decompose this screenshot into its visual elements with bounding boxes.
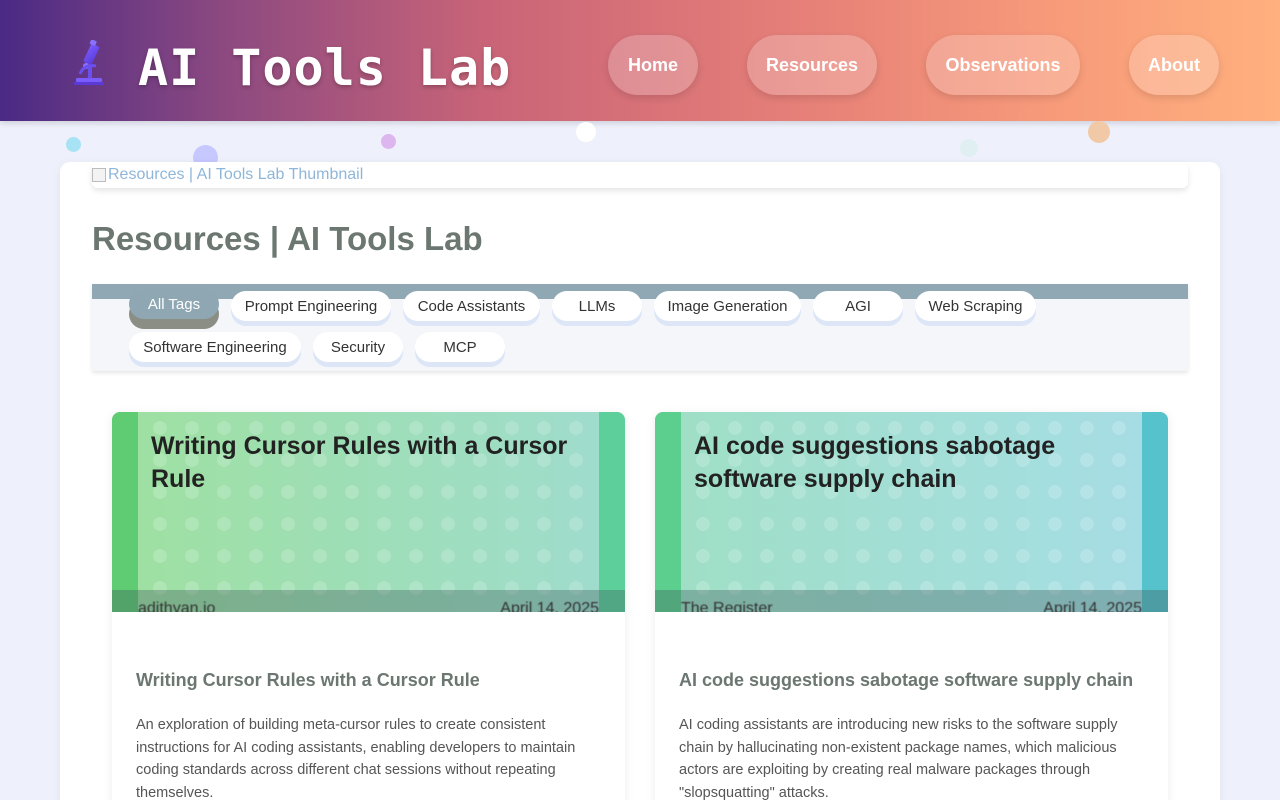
tag-mcp[interactable]: MCP — [415, 332, 505, 362]
tag-security[interactable]: Security — [313, 332, 403, 362]
article-image-title: AI code suggestions sabotage software su… — [694, 432, 1056, 493]
page-title: Resources | AI Tools Lab — [92, 220, 483, 257]
tag-agi[interactable]: AGI — [813, 291, 903, 321]
nav-about[interactable]: About — [1129, 35, 1219, 95]
tag-all-tags[interactable]: All Tags — [129, 289, 219, 319]
microscope-icon — [70, 39, 110, 88]
site-header: AI Tools Lab Home Resources Observations… — [0, 0, 1280, 121]
article-image-meta: adithyan.io April 14, 2025 — [138, 600, 599, 612]
article-image-meta: The Register April 14, 2025 — [681, 600, 1142, 612]
article-description: AI coding assistants are introducing new… — [679, 717, 1118, 800]
tag-web-scraping[interactable]: Web Scraping — [915, 291, 1036, 321]
article-title[interactable]: AI code suggestions sabotage software su… — [679, 670, 1159, 691]
image-left-strip — [655, 412, 681, 612]
nav-observations[interactable]: Observations — [926, 35, 1080, 95]
broken-image-icon — [92, 168, 106, 182]
decorative-dot — [960, 139, 978, 157]
decorative-dot — [576, 122, 596, 142]
decorative-dot — [66, 137, 81, 152]
article-card[interactable]: AI code suggestions sabotage software su… — [655, 412, 1168, 800]
article-description: An exploration of building meta-cursor r… — [136, 717, 576, 800]
image-left-strip — [112, 412, 138, 612]
thumbnail-image: Resources | AI Tools Lab Thumbnail — [92, 162, 1188, 188]
tag-code-assistants[interactable]: Code Assistants — [403, 291, 540, 321]
article-image[interactable]: Writing Cursor Rules with a Cursor Rule … — [112, 412, 625, 612]
image-right-strip — [599, 412, 625, 612]
site-title[interactable]: AI Tools Lab — [138, 40, 511, 96]
tag-prompt-engineering[interactable]: Prompt Engineering — [231, 291, 391, 321]
image-right-strip — [1142, 412, 1168, 612]
article-image-date: April 14, 2025 — [1043, 600, 1142, 612]
decorative-dot — [1088, 121, 1110, 143]
article-card[interactable]: Writing Cursor Rules with a Cursor Rule … — [112, 412, 625, 800]
article-image-title: Writing Cursor Rules with a Cursor Rule — [151, 432, 568, 493]
tag-llms[interactable]: LLMs — [552, 291, 642, 321]
decorative-dot — [381, 134, 396, 149]
tag-image-generation[interactable]: Image Generation — [654, 291, 801, 321]
article-image-source: adithyan.io — [138, 600, 216, 612]
article-image[interactable]: AI code suggestions sabotage software su… — [655, 412, 1168, 612]
tag-software-engineering[interactable]: Software Engineering — [129, 332, 301, 362]
article-image-date: April 14, 2025 — [500, 600, 599, 612]
article-image-source: The Register — [681, 600, 773, 612]
article-title[interactable]: Writing Cursor Rules with a Cursor Rule — [136, 670, 616, 691]
thumbnail-alt-text: Resources | AI Tools Lab Thumbnail — [108, 166, 364, 183]
nav-resources[interactable]: Resources — [747, 35, 877, 95]
nav-home[interactable]: Home — [608, 35, 698, 95]
